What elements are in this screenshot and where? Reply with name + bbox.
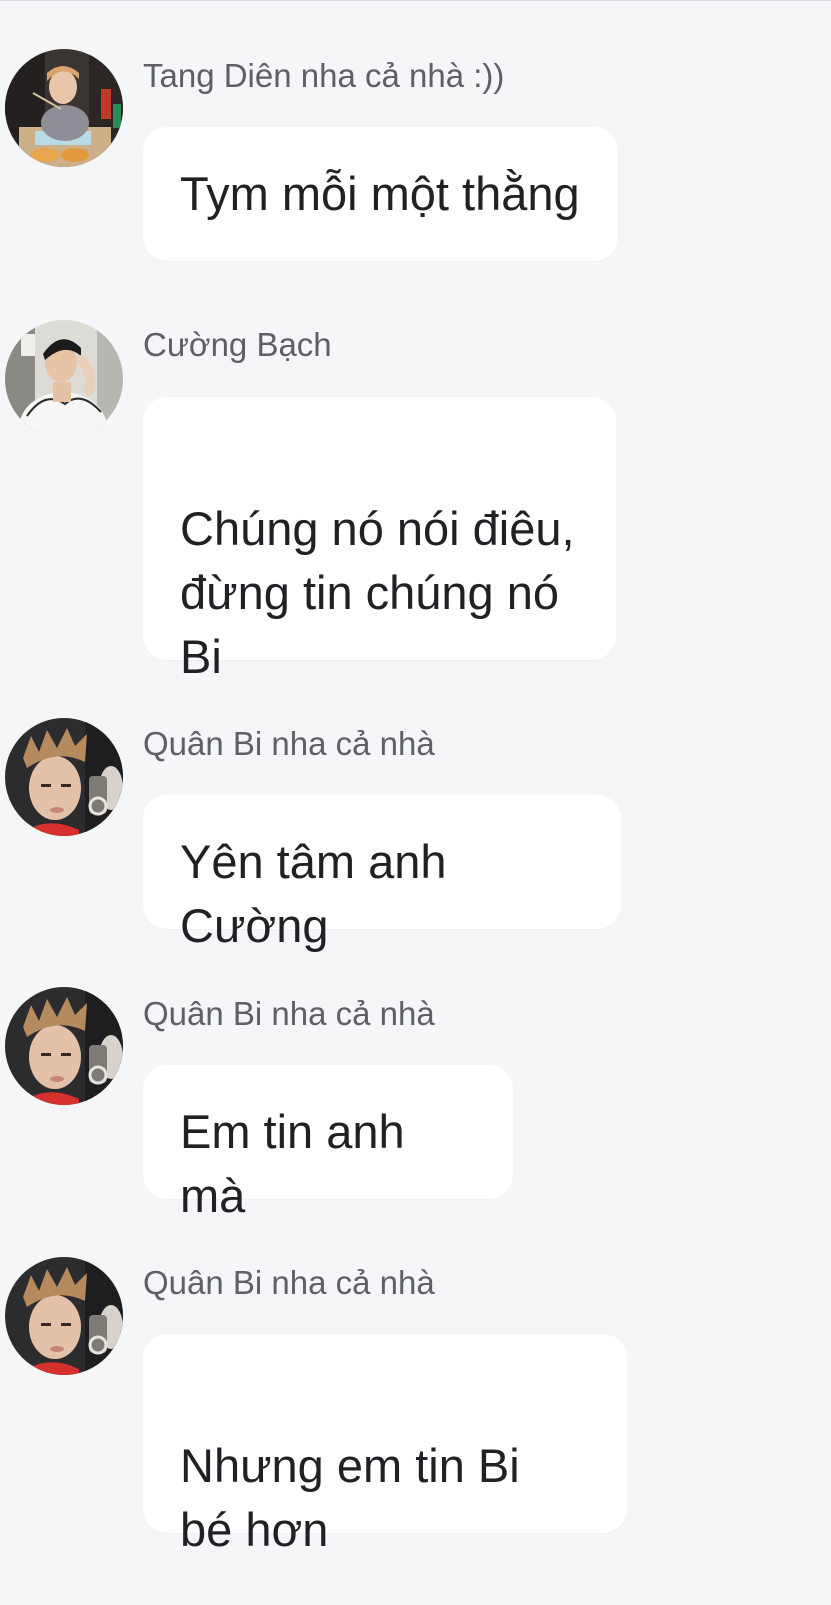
message-bubble[interactable]: Chúng nó nói điêu, đừng tin chúng nó Bi — [143, 397, 616, 683]
message-bubble[interactable]: Yên tâm anh Cường — [143, 795, 621, 952]
tang-dien-avatar[interactable] — [5, 49, 123, 167]
top-divider — [0, 0, 831, 1]
sender-name: Quân Bi nha cả nhà — [143, 1264, 435, 1301]
message-text: Yên tâm anh Cường — [180, 835, 447, 952]
sender-name: Quân Bi nha cả nhà — [143, 725, 435, 762]
sender-name: Cường Bạch — [143, 326, 332, 363]
message-text: Nhưng em tin Bi bé hơn — [180, 1439, 520, 1556]
cuong-bach-avatar[interactable] — [5, 320, 123, 438]
message-text: Chúng nó nói điêu, đừng tin chúng nó Bi — [180, 502, 575, 683]
sender-name: Quân Bi nha cả nhà — [143, 995, 435, 1032]
message-bubble[interactable]: Em tin anh mà — [143, 1065, 513, 1222]
quan-bi-avatar[interactable] — [5, 718, 123, 836]
message-bubble[interactable]: Nhưng em tin Bi bé hơn — [143, 1334, 627, 1556]
message-text: Em tin anh mà — [180, 1105, 405, 1222]
sender-name: Tang Diên nha cả nhà :)) — [143, 57, 505, 94]
message-text: Tym mỗi một thằng — [180, 167, 580, 220]
message-bubble[interactable]: Tym mỗi một thằng — [143, 127, 618, 261]
quan-bi-avatar[interactable] — [5, 987, 123, 1105]
quan-bi-avatar[interactable] — [5, 1257, 123, 1375]
